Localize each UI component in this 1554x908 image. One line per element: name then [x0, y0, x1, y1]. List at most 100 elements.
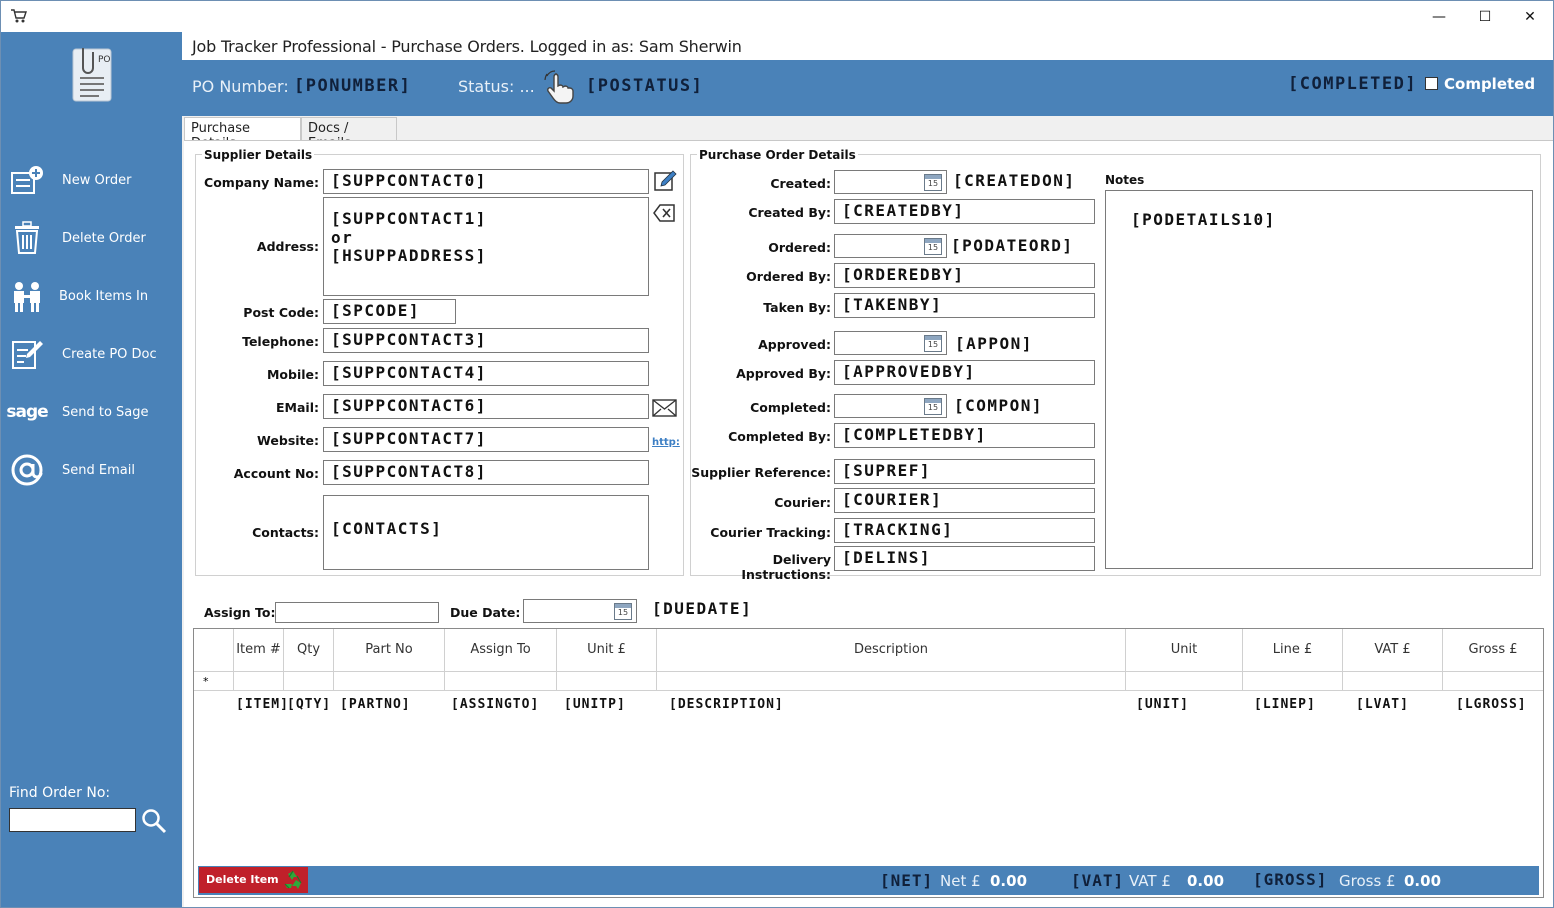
minimize-button[interactable]: — [1416, 1, 1462, 32]
post-code-field[interactable]: [SPCODE] [323, 299, 456, 324]
grid-new-cell[interactable] [284, 671, 334, 691]
calendar-icon[interactable]: 15 [924, 398, 942, 415]
row-part-no: [PARTNO] [340, 697, 411, 712]
status-label: Status: ... [458, 77, 535, 96]
created-by-field[interactable]: [CREATEDBY] [834, 199, 1095, 224]
taken-by-label: Taken By: [763, 300, 831, 315]
completed-checkbox[interactable] [1425, 77, 1438, 90]
completed-date-picker[interactable]: 15 [834, 394, 947, 418]
due-date-picker[interactable]: 15 [523, 599, 637, 623]
completed-by-label: Completed By: [728, 429, 831, 444]
delete-item-button[interactable]: Delete Item [199, 867, 308, 893]
column-line-price[interactable]: Line £ [1243, 629, 1343, 671]
column-gross[interactable]: Gross £ [1443, 629, 1543, 671]
calendar-icon[interactable]: 15 [924, 174, 942, 191]
vat-value: 0.00 [1187, 872, 1225, 890]
supplier-reference-field[interactable]: [SUPREF] [834, 459, 1095, 484]
gross-label: Gross £ [1339, 872, 1396, 890]
grid-new-cell[interactable] [1126, 671, 1243, 691]
close-button[interactable]: ✕ [1507, 1, 1553, 32]
column-unit-price[interactable]: Unit £ [557, 629, 657, 671]
mobile-field[interactable]: [SUPPCONTACT4] [323, 361, 649, 386]
created-label: Created: [770, 176, 831, 191]
grid-new-cell[interactable] [657, 671, 1126, 691]
grid-new-cell[interactable] [1443, 671, 1543, 691]
row-assign-to: [ASSINGTO] [451, 697, 540, 712]
calendar-icon[interactable]: 15 [924, 335, 942, 352]
column-assign-to[interactable]: Assign To [445, 629, 557, 671]
grid-new-cell[interactable] [557, 671, 657, 691]
ordered-by-field[interactable]: [ORDEREDBY] [834, 263, 1095, 288]
title-bar: — ☐ ✕ [1, 1, 1553, 32]
status-value: [POSTATUS] [586, 76, 704, 96]
new-row-marker: * [194, 671, 234, 691]
notes-field[interactable]: [PODETAILS10] [1105, 190, 1533, 569]
app-title: Job Tracker Professional - Purchase Orde… [182, 32, 1553, 60]
book-items-in-label: Book Items In [59, 288, 149, 304]
due-date-label: Due Date: [450, 605, 521, 620]
ordered-date-picker[interactable]: 15 [834, 234, 947, 258]
column-qty[interactable]: Qty [284, 629, 334, 671]
completed-label: Completed [1444, 75, 1536, 93]
courier-tracking-field[interactable]: [TRACKING] [834, 518, 1095, 543]
address-field[interactable]: [SUPPCONTACT1] or [HSUPPADDRESS] [323, 197, 649, 296]
column-item[interactable]: Item # [234, 629, 284, 671]
net-token: [NET] [880, 871, 934, 890]
approved-label: Approved: [758, 337, 831, 352]
send-to-sage-button[interactable]: sage Send to Sage [1, 389, 182, 435]
header-bar: PO Number: [PONUMBER] Status: ... [POSTA… [182, 60, 1553, 116]
grid-new-cell[interactable] [334, 671, 445, 691]
find-order-input[interactable] [9, 808, 136, 832]
trash-icon [9, 220, 45, 256]
delete-order-button[interactable]: Delete Order [1, 215, 182, 261]
grid-new-cell[interactable] [1343, 671, 1443, 691]
tab-purchase-details[interactable]: Purchase Details [184, 117, 301, 151]
tab-docs-emails[interactable]: Docs / Emails [301, 117, 397, 151]
search-icon[interactable] [141, 808, 167, 834]
assign-to-input[interactable] [275, 602, 439, 623]
email-field[interactable]: [SUPPCONTACT6] [323, 394, 649, 419]
completed-by-field[interactable]: [COMPLETEDBY] [834, 423, 1095, 448]
website-field[interactable]: [SUPPCONTACT7] [323, 427, 649, 452]
telephone-field[interactable]: [SUPPCONTACT3] [323, 328, 649, 353]
taken-by-field[interactable]: [TAKENBY] [834, 293, 1095, 318]
column-part-no[interactable]: Part No [334, 629, 445, 671]
contacts-field[interactable]: [CONTACTS] [323, 495, 649, 570]
calendar-icon[interactable]: 15 [924, 238, 942, 255]
book-items-in-button[interactable]: Book Items In [1, 273, 182, 319]
completed-label: Completed: [750, 400, 831, 415]
hand-pointer-icon[interactable] [542, 70, 578, 104]
courier-field[interactable]: [COURIER] [834, 488, 1095, 513]
grid-new-cell[interactable] [234, 671, 284, 691]
grid-new-cell[interactable] [445, 671, 557, 691]
web-link-icon[interactable]: http: [652, 430, 680, 452]
app-window: — ☐ ✕ PO New Order Delete Order Book Ite… [0, 0, 1554, 908]
row-qty: [QTY] [287, 697, 332, 712]
row-item: [ITEM] [236, 697, 289, 712]
po-number-value: [PONUMBER] [294, 76, 412, 96]
mail-icon[interactable] [652, 399, 677, 417]
company-name-field[interactable]: [SUPPCONTACT0] [323, 169, 649, 194]
column-description[interactable]: Description [657, 629, 1126, 671]
maximize-button[interactable]: ☐ [1462, 1, 1508, 32]
grid-new-cell[interactable] [1243, 671, 1343, 691]
send-email-button[interactable]: Send Email [1, 447, 182, 493]
approved-by-field[interactable]: [APPROVEDBY] [834, 360, 1095, 385]
column-unit[interactable]: Unit [1126, 629, 1243, 671]
delete-order-label: Delete Order [62, 230, 146, 246]
column-vat[interactable]: VAT £ [1343, 629, 1443, 671]
new-order-button[interactable]: New Order [1, 157, 182, 203]
supplier-reference-label: Supplier Reference: [691, 465, 831, 480]
created-date-picker[interactable]: 15 [834, 170, 947, 194]
edit-icon[interactable] [653, 169, 677, 193]
approved-date-picker[interactable]: 15 [834, 331, 947, 355]
created-value: [CREATEDON] [953, 171, 1076, 190]
line-items-grid[interactable]: Item # Qty Part No Assign To Unit £ Desc… [193, 628, 1544, 898]
website-label: Website: [257, 433, 319, 448]
delivery-instructions-field[interactable]: [DELINS] [834, 546, 1095, 571]
clear-icon[interactable] [652, 203, 676, 223]
account-no-field[interactable]: [SUPPCONTACT8] [323, 460, 649, 485]
create-po-doc-button[interactable]: Create PO Doc [1, 331, 182, 377]
calendar-icon[interactable]: 15 [614, 603, 632, 620]
mobile-label: Mobile: [266, 367, 319, 382]
